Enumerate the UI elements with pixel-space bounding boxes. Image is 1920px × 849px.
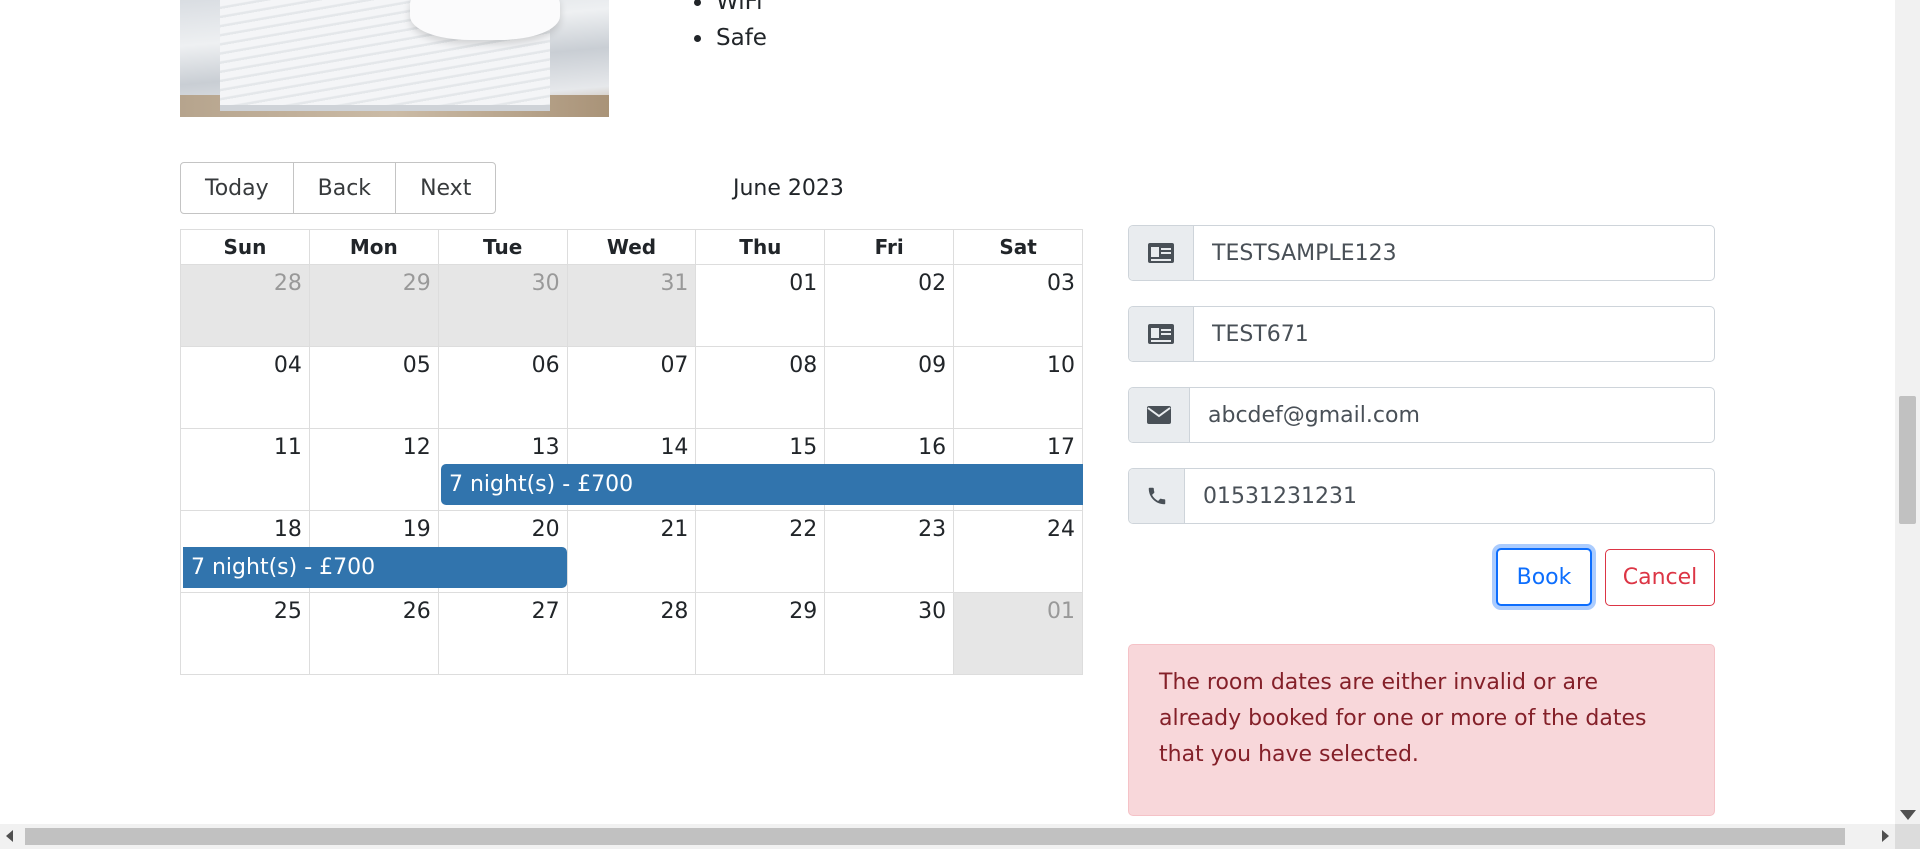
calendar-week: 04 05 06 07 08 09 10: [181, 346, 1082, 428]
weekday-label: Wed: [566, 230, 696, 264]
calendar-toolbar: Today Back Next: [180, 162, 497, 214]
day-cell[interactable]: 29: [695, 593, 824, 674]
day-cell[interactable]: 21: [566, 511, 696, 592]
phone-field-group: [1128, 468, 1715, 524]
calendar-week: 25 26 27 28 29 30 01: [181, 592, 1083, 674]
calendar-week: 11 12 13 14 15 16 17 7 night(s) - £700: [181, 428, 1083, 510]
day-cell[interactable]: 30: [437, 265, 567, 346]
weekday-label: Mon: [308, 230, 438, 264]
day-cell[interactable]: 08: [695, 347, 824, 428]
phone-input[interactable]: [1185, 469, 1714, 523]
scrollbar-corner: [1895, 824, 1920, 849]
firstname-field-group: [1128, 225, 1715, 281]
lastname-field-group: [1128, 306, 1715, 362]
day-cell[interactable]: 02: [824, 265, 953, 346]
feature-item: WiFi: [714, 0, 767, 20]
weekday-header: Sun Mon Tue Wed Thu Fri Sat: [181, 230, 1082, 265]
day-cell[interactable]: 30: [824, 593, 953, 674]
cancel-button[interactable]: Cancel: [1605, 549, 1715, 606]
weekday-label: Thu: [695, 230, 824, 264]
lastname-input[interactable]: [1194, 307, 1714, 361]
error-alert: The room dates are either invalid or are…: [1128, 644, 1715, 816]
envelope-icon: [1129, 388, 1190, 442]
weekday-label: Sat: [953, 230, 1082, 264]
phone-icon: [1129, 469, 1185, 523]
day-cell[interactable]: 29: [308, 265, 438, 346]
day-cell[interactable]: 07: [566, 347, 696, 428]
day-cell[interactable]: 04: [181, 347, 309, 428]
day-cell[interactable]: 28: [181, 265, 309, 346]
day-cell[interactable]: 03: [953, 265, 1082, 346]
book-button[interactable]: Book: [1496, 548, 1592, 606]
booking-event[interactable]: 7 night(s) - £700: [183, 547, 567, 588]
today-button[interactable]: Today: [180, 162, 294, 214]
day-cell[interactable]: 06: [437, 347, 567, 428]
firstname-input[interactable]: [1194, 226, 1714, 280]
email-input[interactable]: [1190, 388, 1714, 442]
day-cell[interactable]: 09: [824, 347, 953, 428]
day-cell[interactable]: 24: [953, 511, 1082, 592]
weekday-label: Tue: [437, 230, 567, 264]
day-cell[interactable]: 25: [181, 593, 309, 674]
booking-event[interactable]: 7 night(s) - £700: [441, 464, 1083, 505]
day-cell[interactable]: 27: [437, 593, 567, 674]
room-image: [180, 0, 609, 117]
day-cell[interactable]: 01: [953, 593, 1083, 674]
scroll-right-arrow-icon[interactable]: [1882, 830, 1889, 842]
room-features-list: WiFi Safe: [690, 0, 767, 56]
booking-calendar: Sun Mon Tue Wed Thu Fri Sat 28 29 30 31 …: [180, 229, 1083, 675]
feature-item: Safe: [714, 20, 767, 56]
email-field-group: [1128, 387, 1715, 443]
day-cell[interactable]: 26: [308, 593, 438, 674]
day-cell[interactable]: 23: [824, 511, 953, 592]
next-button[interactable]: Next: [395, 162, 497, 214]
day-cell[interactable]: 11: [181, 429, 309, 510]
month-label: June 2023: [733, 176, 844, 201]
scroll-down-arrow-icon[interactable]: [1900, 810, 1916, 820]
day-cell[interactable]: 05: [308, 347, 438, 428]
day-cell[interactable]: 12: [308, 429, 438, 510]
weekday-label: Sun: [223, 235, 267, 259]
horizontal-scrollbar[interactable]: [0, 824, 1895, 849]
back-button[interactable]: Back: [292, 162, 397, 214]
weekday-label: Fri: [824, 230, 953, 264]
day-cell[interactable]: 28: [566, 593, 696, 674]
calendar-week: 28 29 30 31 01 02 03: [181, 265, 1082, 346]
scroll-left-arrow-icon[interactable]: [6, 830, 13, 842]
horizontal-scroll-thumb[interactable]: [25, 828, 1845, 845]
day-cell[interactable]: 22: [695, 511, 824, 592]
error-message: The room dates are either invalid or are…: [1159, 670, 1647, 767]
id-card-icon: [1129, 307, 1194, 361]
vertical-scroll-thumb[interactable]: [1899, 396, 1916, 524]
day-cell[interactable]: 01: [695, 265, 824, 346]
calendar-week: 18 19 20 21 22 23 24 7 night(s) - £700: [181, 510, 1082, 592]
vertical-scrollbar[interactable]: [1895, 0, 1920, 824]
day-cell[interactable]: 10: [953, 347, 1082, 428]
day-cell[interactable]: 31: [566, 265, 696, 346]
id-card-icon: [1129, 226, 1194, 280]
